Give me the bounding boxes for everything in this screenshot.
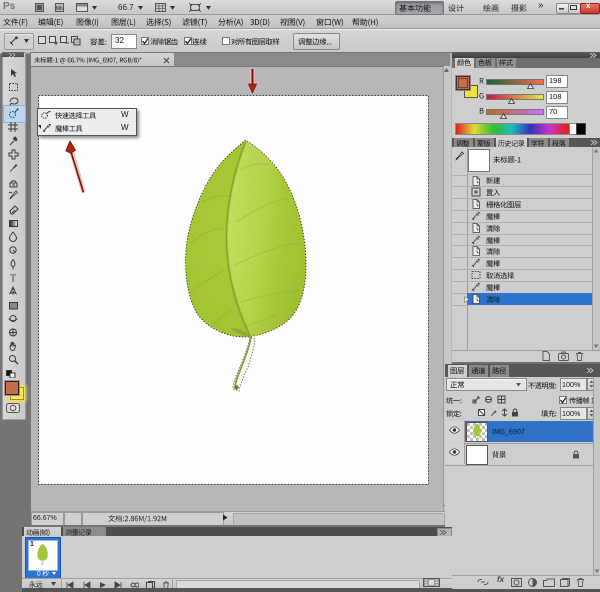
svg-text:T: T (10, 274, 16, 284)
svg-text:Mb: Mb (56, 6, 63, 12)
